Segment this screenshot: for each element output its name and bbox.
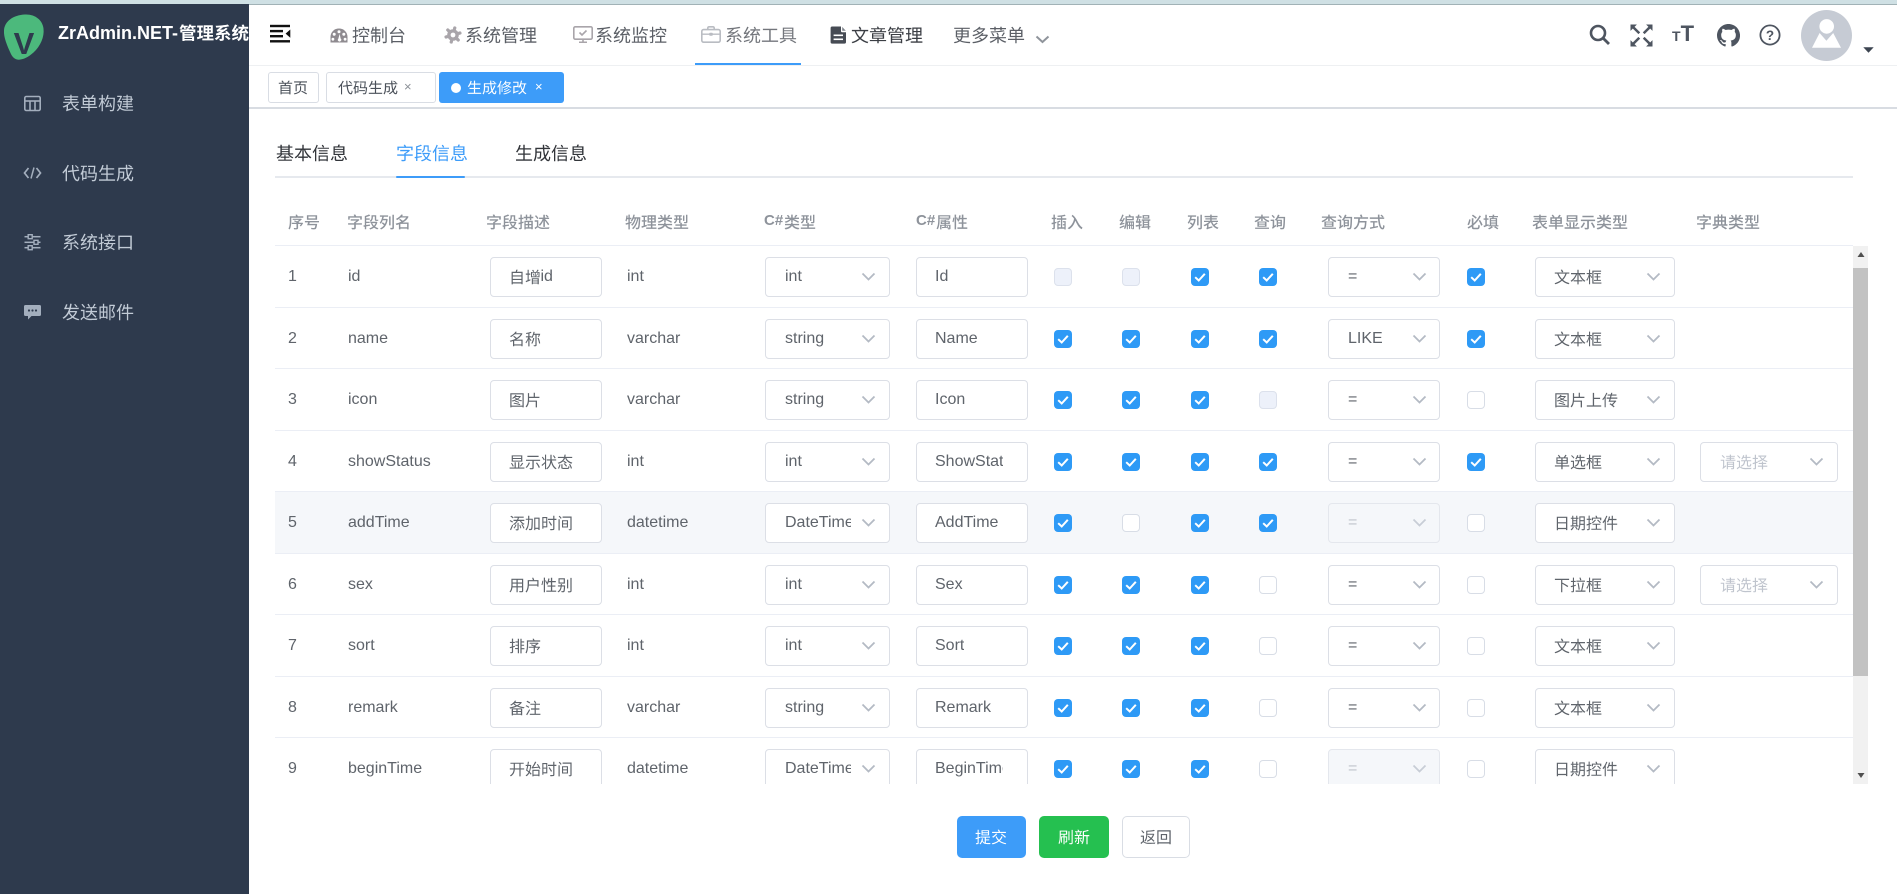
svg-text:V: V (14, 26, 35, 61)
svg-text:?: ? (1765, 28, 1773, 43)
